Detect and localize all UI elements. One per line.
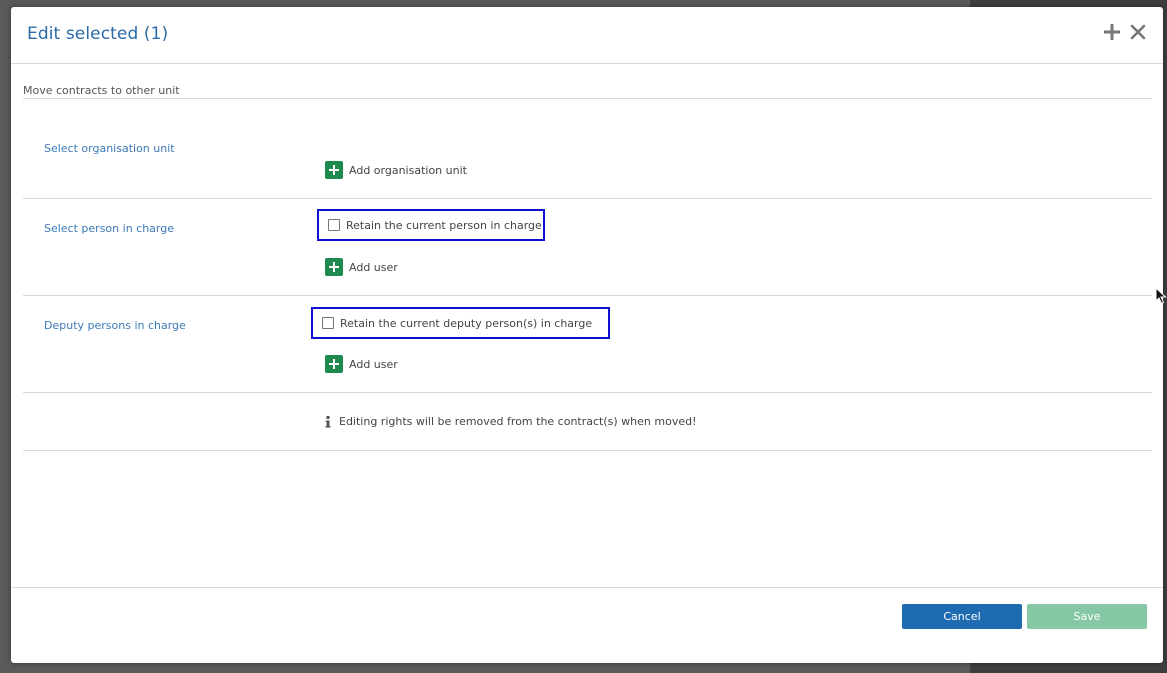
retain-person-label: Retain the current person in charge — [346, 218, 542, 232]
dialog-header: Edit selected (1) — [11, 7, 1163, 64]
person-in-charge-label: Select person in charge — [44, 222, 174, 235]
divider — [23, 98, 1152, 99]
retain-person-highlight: Retain the current person in charge — [317, 209, 545, 241]
plus-icon — [325, 355, 343, 373]
divider — [23, 198, 1152, 199]
retain-deputy-highlight: Retain the current deputy person(s) in c… — [311, 307, 610, 339]
save-button[interactable]: Save — [1027, 604, 1147, 629]
expand-plus-icon[interactable] — [1101, 21, 1123, 43]
retain-deputy-checkbox[interactable] — [322, 317, 334, 329]
divider — [23, 295, 1152, 296]
info-icon — [324, 415, 332, 428]
edit-selected-dialog: Edit selected (1) Move contracts to othe… — [11, 7, 1163, 663]
close-icon[interactable] — [1127, 21, 1149, 43]
mouse-cursor-icon — [1155, 286, 1167, 305]
divider — [23, 392, 1152, 393]
add-deputy-user-button[interactable]: Add user — [325, 355, 398, 373]
add-deputy-user-label: Add user — [349, 357, 398, 371]
divider — [23, 450, 1152, 451]
add-user-button[interactable]: Add user — [325, 258, 398, 276]
dialog-title: Edit selected (1) — [27, 24, 169, 44]
add-organisation-unit-button[interactable]: Add organisation unit — [325, 161, 467, 179]
plus-icon — [325, 161, 343, 179]
add-user-label: Add user — [349, 260, 398, 274]
add-organisation-unit-label: Add organisation unit — [349, 163, 467, 177]
footer-divider — [11, 587, 1163, 588]
info-text: Editing rights will be removed from the … — [339, 415, 697, 428]
cancel-button[interactable]: Cancel — [902, 604, 1022, 629]
section-label: Move contracts to other unit — [23, 84, 180, 97]
plus-icon — [325, 258, 343, 276]
retain-person-checkbox[interactable] — [328, 219, 340, 231]
org-unit-label: Select organisation unit — [44, 142, 175, 155]
info-message: Editing rights will be removed from the … — [324, 415, 697, 428]
deputy-persons-label: Deputy persons in charge — [44, 319, 186, 332]
retain-deputy-label: Retain the current deputy person(s) in c… — [340, 316, 593, 330]
